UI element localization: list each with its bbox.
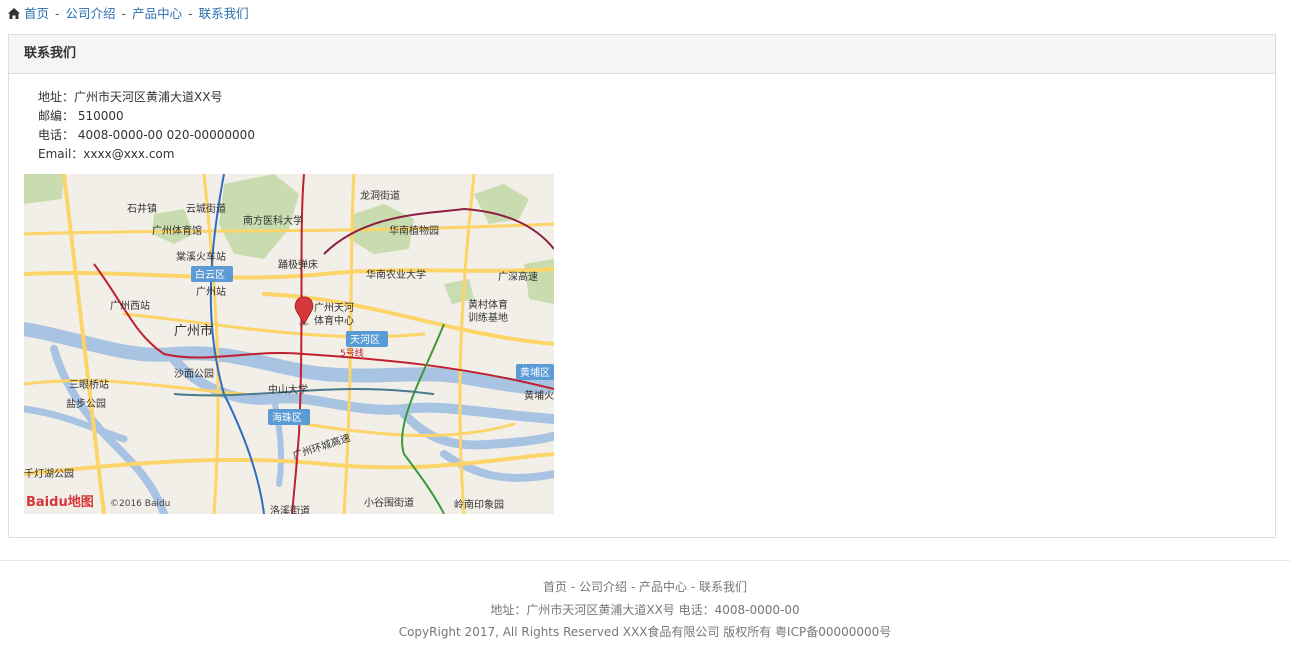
map-district-label: 黄埔区 (520, 366, 550, 379)
home-icon (8, 6, 20, 24)
map-label: 广州站 (196, 285, 226, 298)
contact-address: 地址：广州市天河区黄浦大道XX号 (38, 90, 223, 104)
footer-divider (0, 560, 1290, 561)
contact-phone: 电话： 4008-0000-00 020-00000000 (38, 128, 255, 142)
map-label: 南方医科大学 (243, 214, 303, 227)
map-label: 广州西站 (110, 299, 150, 312)
map-label: 广深高速 (498, 270, 538, 283)
panel-title: 联系我们 (9, 35, 1275, 74)
map-district-label: 海珠区 (272, 411, 302, 424)
map-district-label: 天河区 (350, 334, 380, 346)
map-label: 岭南印象园 (454, 498, 504, 511)
breadcrumb-contact-link[interactable]: 联系我们 (199, 6, 249, 21)
breadcrumb-separator: - (55, 6, 60, 21)
map-label: 广州天河 (314, 302, 354, 314)
footer-separator: - (567, 580, 579, 594)
map-label: 洛溪街道 (270, 504, 310, 514)
contact-email: Email：xxxx@xxx.com (38, 147, 175, 161)
map-label: 棠溪火车站 (176, 250, 226, 263)
breadcrumb-about-link[interactable]: 公司介绍 (66, 6, 116, 21)
baidu-map-logo: Baidu地图 (26, 494, 94, 510)
map-district-label: 白云区 (195, 268, 225, 281)
footer-contact-link[interactable]: 联系我们 (699, 580, 747, 594)
breadcrumb-separator: - (188, 6, 193, 21)
map-label: 华南农业大学 (366, 268, 426, 281)
map-canvas[interactable]: 石井镇 云城街道 龙洞街道 南方医科大学 广州体育馆 华南植物园 棠溪火车站 踊… (24, 174, 554, 514)
map-label: 广州市 (174, 323, 213, 339)
breadcrumb: 首页 - 公司介绍 - 产品中心 - 联系我们 (8, 5, 249, 23)
map-label: 千灯湖公园 (24, 468, 74, 480)
map-label: 龙洞街道 (360, 189, 400, 202)
map-copyright: ©2016 Baidu (110, 499, 170, 509)
map-label: 踊极弹床 (278, 258, 318, 271)
map-label: 广州体育馆 (152, 224, 202, 237)
map-label: 华南植物园 (389, 224, 439, 237)
map-label: 黄村体育 (468, 298, 508, 311)
map-label: 小谷围街道 (364, 496, 414, 509)
map-label: 沙面公园 (174, 368, 214, 380)
map-label: 盐步公园 (66, 397, 106, 410)
map-label: 三眼桥站 (69, 378, 109, 391)
map-label: 云城街道 (186, 202, 226, 215)
map-label: 中山大学 (268, 383, 308, 396)
contact-panel: 联系我们 地址：广州市天河区黄浦大道XX号 邮编： 510000 电话： 400… (8, 34, 1276, 538)
footer-products-link[interactable]: 产品中心 (639, 580, 687, 594)
footer: 首页 - 公司介绍 - 产品中心 - 联系我们 地址：广州市天河区黄浦大道XX号… (0, 576, 1290, 644)
footer-about-link[interactable]: 公司介绍 (579, 580, 627, 594)
footer-separator: - (687, 580, 699, 594)
baidu-map[interactable]: 石井镇 云城街道 龙洞街道 南方医科大学 广州体育馆 华南植物园 棠溪火车站 踊… (24, 174, 554, 514)
map-label: 5号线 (340, 347, 364, 359)
contact-info: 地址：广州市天河区黄浦大道XX号 邮编： 510000 电话： 4008-000… (38, 88, 255, 164)
footer-home-link[interactable]: 首页 (543, 580, 567, 594)
breadcrumb-separator: - (121, 6, 127, 21)
map-label: 石井镇 (127, 202, 157, 215)
breadcrumb-products-link[interactable]: 产品中心 (132, 6, 182, 21)
map-label: 黄埔火 (524, 389, 554, 402)
footer-address: 地址：广州市天河区黄浦大道XX号 电话：4008-0000-00 (490, 602, 800, 617)
footer-copyright: CopyRight 2017, All Rights Reserved XXX食… (398, 625, 892, 639)
map-label: 体育中心 (314, 314, 354, 327)
footer-nav: 首页 - 公司介绍 - 产品中心 - 联系我们 (0, 576, 1290, 599)
contact-postcode: 邮编： 510000 (38, 109, 124, 123)
map-label: 训练基地 (468, 311, 508, 324)
breadcrumb-home-link[interactable]: 首页 (24, 6, 49, 21)
baidu-logo-text: Baidu地图 (26, 494, 94, 510)
footer-separator: - (627, 580, 639, 594)
